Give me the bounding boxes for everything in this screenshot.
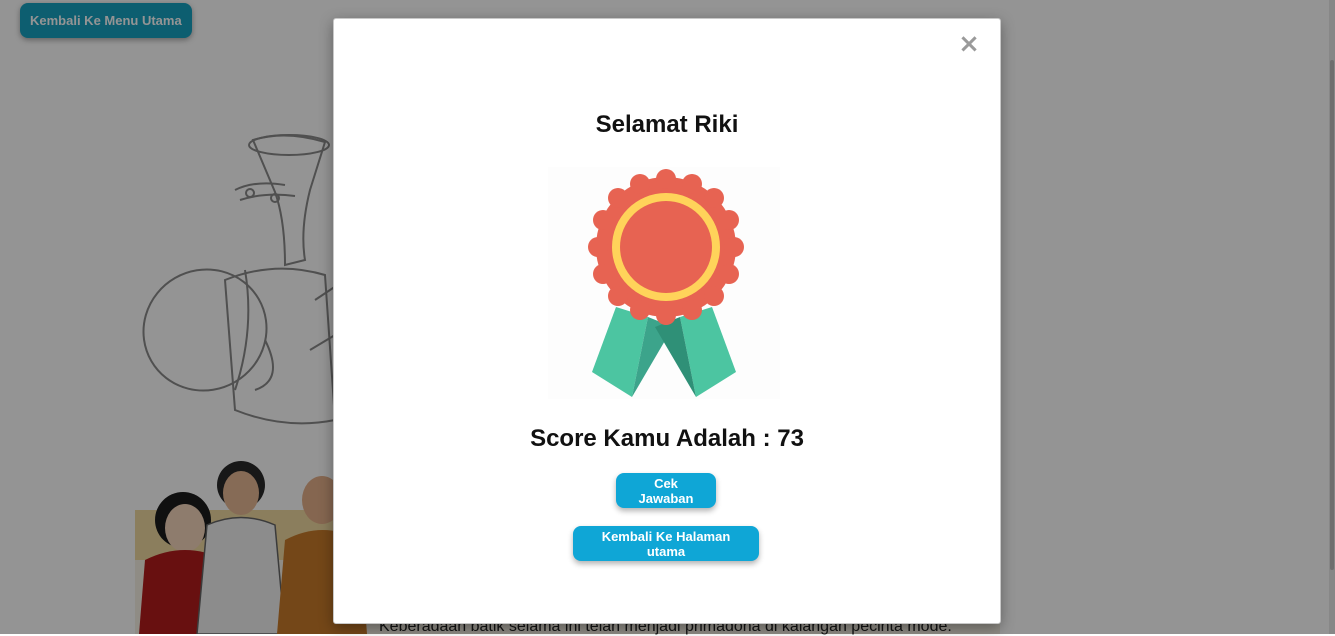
back-to-home-button[interactable]: Kembali Ke Halaman utama bbox=[573, 526, 759, 561]
score-text: Score Kamu Adalah : 73 bbox=[334, 425, 1000, 453]
score-label: Score Kamu Adalah : bbox=[530, 425, 778, 452]
modal-title: Selamat Riki bbox=[595, 111, 739, 138]
close-icon[interactable]: × bbox=[958, 31, 980, 57]
award-ribbon-icon bbox=[548, 167, 780, 399]
check-answers-button[interactable]: Cek Jawaban bbox=[616, 473, 716, 508]
score-value: 73 bbox=[777, 425, 804, 452]
result-modal: × Selamat Riki Score Kamu Adalah: 73 Ce… bbox=[333, 18, 1001, 624]
award-ribbon-graphic bbox=[588, 169, 744, 397]
